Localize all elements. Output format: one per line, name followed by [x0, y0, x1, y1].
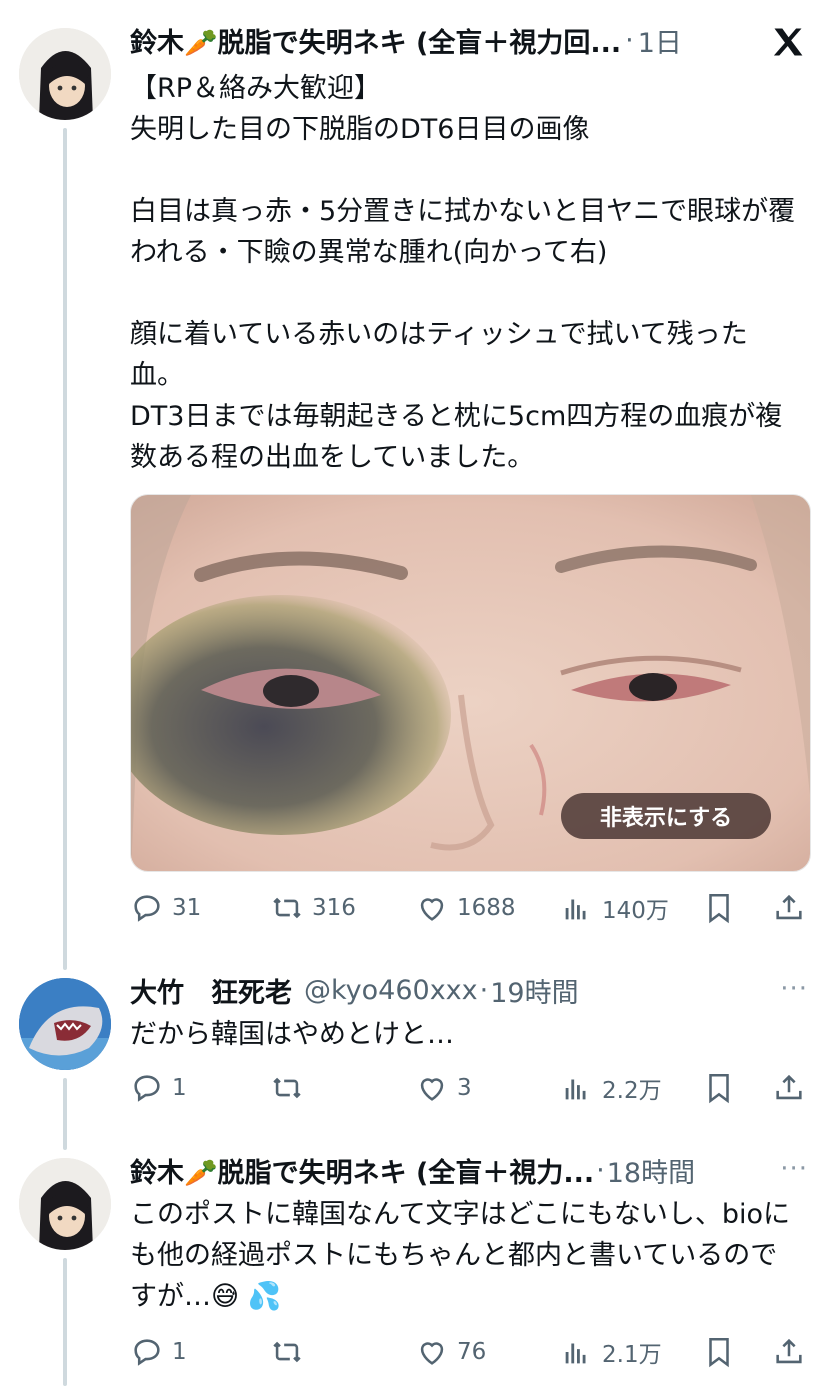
views-button[interactable]: 2.1万 [560, 1332, 662, 1372]
post-header: 鈴木🥕脱脂で失明ネキ (全盲＋視力回... · 1日 [130, 20, 810, 60]
like-icon [420, 1078, 444, 1101]
author-name[interactable]: 大竹 狂死老 [130, 971, 292, 1010]
like-count: 3 [457, 1075, 472, 1101]
post-reply-2[interactable]: 鈴木🥕脱脂で失明ネキ (全盲＋視力... · 18時間 このポストに韓国なんて文… [130, 1150, 810, 1317]
repost-button[interactable] [270, 1332, 304, 1372]
avatar[interactable] [19, 978, 111, 1070]
views-count: 2.2万 [602, 1078, 662, 1104]
reply-count: 1 [172, 1339, 187, 1365]
repost-button[interactable] [270, 1068, 304, 1108]
more-options-icon[interactable]: ··· [780, 1154, 808, 1184]
share-icon [776, 1338, 802, 1364]
post-text: 【RP＆絡み大歓迎】 失明した目の下脱脂のDT6日目の画像 白目は真っ赤・5分置… [130, 73, 796, 473]
thread-line [63, 1258, 67, 1386]
share-button[interactable] [772, 1332, 806, 1372]
reply-icon [134, 1339, 160, 1366]
share-button[interactable] [772, 1068, 806, 1108]
post-time[interactable]: 1日 [638, 21, 682, 60]
views-icon [565, 1343, 586, 1364]
hide-media-button[interactable]: 非表示にする [561, 793, 771, 839]
bookmark-button[interactable] [702, 888, 736, 928]
bookmark-button[interactable] [702, 1332, 736, 1372]
reply-icon [134, 895, 160, 922]
thread-line [63, 1078, 67, 1150]
post-header: 大竹 狂死老 @kyo460xxx · 19時間 [130, 970, 810, 1010]
x-logo-icon[interactable] [770, 24, 806, 60]
post-time[interactable]: 18時間 [607, 1151, 695, 1190]
post-time[interactable]: 19時間 [490, 971, 578, 1010]
like-icon [420, 1342, 444, 1365]
bookmark-icon [709, 1073, 729, 1104]
post-text: このポストに韓国なんて文字はどこにもないし、bioにも他の経過ポストにもちゃんと… [130, 1199, 790, 1312]
reply-count: 1 [172, 1075, 187, 1101]
author-handle[interactable]: @kyo460xxx [304, 975, 478, 1006]
repost-icon [273, 1077, 301, 1099]
share-icon [776, 1074, 802, 1100]
like-icon [420, 898, 444, 921]
like-count: 76 [457, 1339, 487, 1365]
bookmark-icon [709, 1337, 729, 1368]
repost-count: 316 [312, 895, 356, 921]
post-reply-1[interactable]: 大竹 狂死老 @kyo460xxx · 19時間 だから韓国はやめとけと… [130, 970, 810, 1055]
like-button[interactable]: 3 [415, 1068, 472, 1108]
share-button[interactable] [772, 888, 806, 928]
bookmark-button[interactable] [702, 1068, 736, 1108]
views-button[interactable]: 140万 [560, 888, 669, 928]
post-actions: 1 76 2.1万 [130, 1332, 810, 1372]
post-header: 鈴木🥕脱脂で失明ネキ (全盲＋視力... · 18時間 [130, 1150, 810, 1190]
separator: · [596, 1154, 605, 1186]
views-icon [565, 899, 586, 920]
thread-line [63, 128, 67, 970]
like-count: 1688 [457, 895, 516, 921]
reply-button[interactable]: 31 [130, 888, 201, 928]
post-actions: 1 3 2.2万 [130, 1068, 810, 1108]
views-icon [565, 1079, 586, 1100]
more-options-icon[interactable]: ··· [780, 974, 808, 1004]
author-name[interactable]: 鈴木🥕脱脂で失明ネキ (全盲＋視力回... [130, 21, 621, 60]
views-count: 2.1万 [602, 1342, 662, 1368]
post-actions: 31 316 1688 140万 [130, 888, 810, 928]
separator: · [625, 24, 634, 56]
separator: · [479, 974, 489, 1006]
post-image[interactable]: 非表示にする [130, 494, 811, 872]
bookmark-icon [709, 893, 729, 924]
like-button[interactable]: 76 [415, 1332, 486, 1372]
share-icon [776, 894, 802, 920]
reply-button[interactable]: 1 [130, 1068, 187, 1108]
reply-icon [134, 1075, 160, 1102]
avatar[interactable] [19, 28, 111, 120]
avatar[interactable] [19, 1158, 111, 1250]
reply-button[interactable]: 1 [130, 1332, 187, 1372]
repost-button[interactable]: 316 [270, 888, 356, 928]
like-button[interactable]: 1688 [415, 888, 516, 928]
author-name[interactable]: 鈴木🥕脱脂で失明ネキ (全盲＋視力... [130, 1151, 594, 1190]
post-main[interactable]: 鈴木🥕脱脂で失明ネキ (全盲＋視力回... · 1日 【RP＆絡み大歓迎】 失明… [130, 20, 810, 478]
repost-icon [273, 1341, 301, 1363]
post-text: だから韓国はやめとけと… [130, 1019, 454, 1050]
reply-count: 31 [172, 895, 202, 921]
repost-icon [273, 897, 301, 919]
views-button[interactable]: 2.2万 [560, 1068, 662, 1108]
views-count: 140万 [602, 898, 669, 924]
